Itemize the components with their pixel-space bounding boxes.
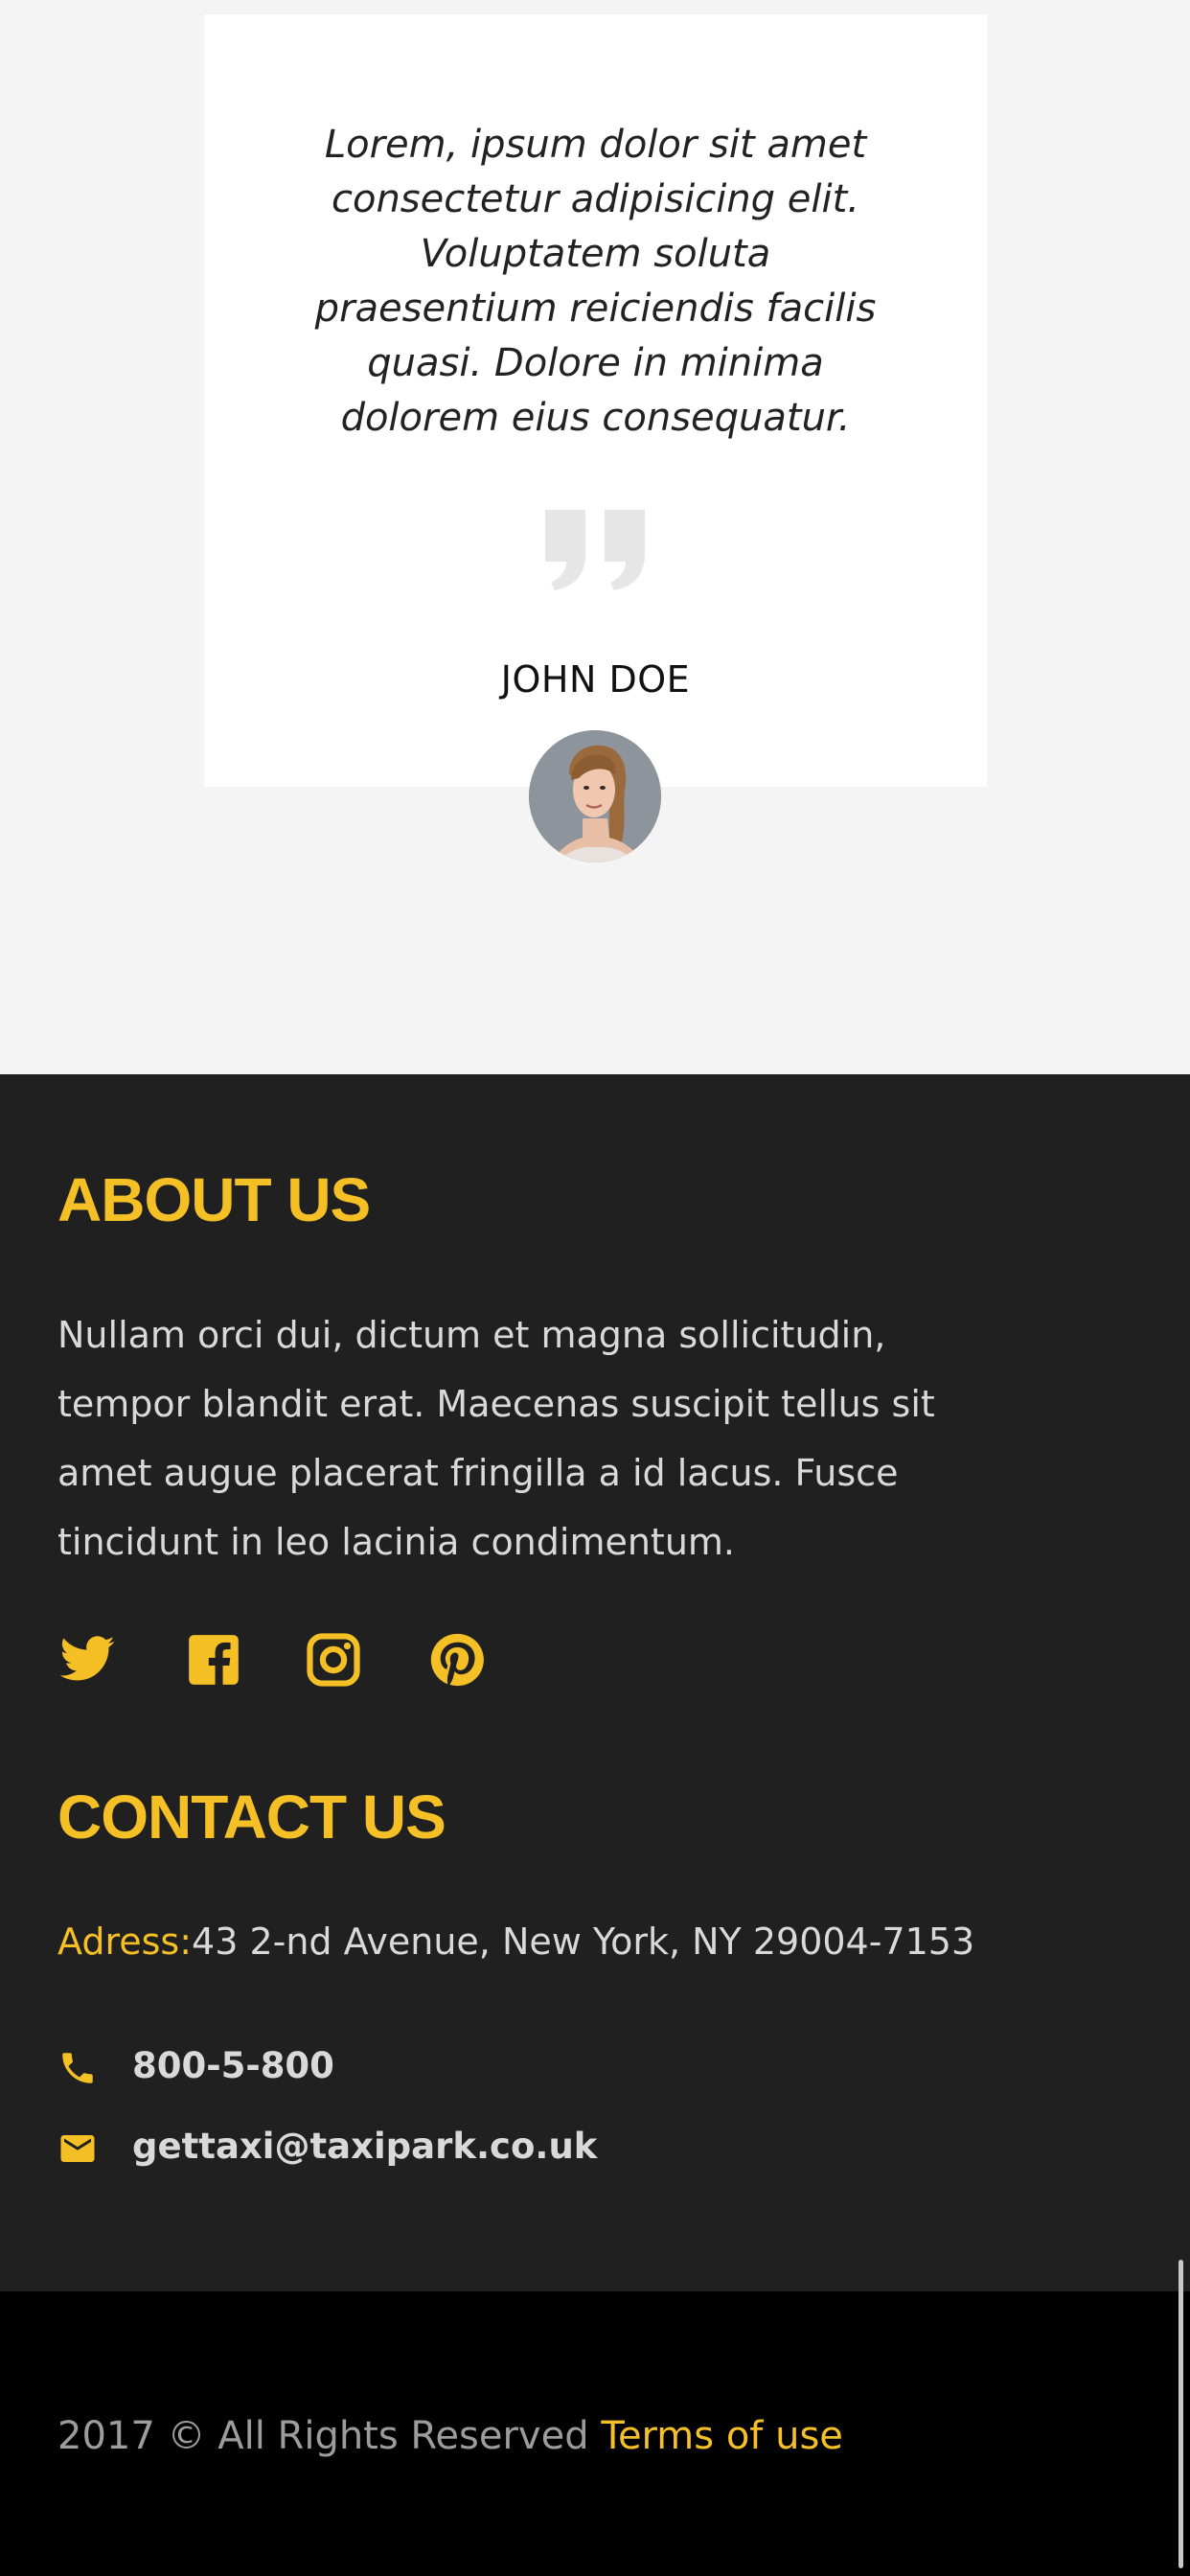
scrollbar[interactable] [1179, 2260, 1183, 2568]
about-text: Nullam orci dui, dictum et magna sollici… [57, 1314, 935, 1563]
phone-number: 800-5-800 [132, 2045, 334, 2086]
address-label: Adress: [57, 1920, 193, 1963]
twitter-icon-glyph [59, 1636, 115, 1681]
address-value: 43 2-nd Avenue, New York, NY 29004-7153 [192, 1920, 975, 1963]
testimonial-author: JOHN DOE [500, 658, 691, 701]
about-heading: ABOUT US [57, 1165, 371, 1234]
testimonial-section: Lorem, ipsum dolor sit amet consectetur … [0, 0, 1190, 1074]
footer: ABOUT US Nullam orci dui, dictum et magn… [0, 1074, 1190, 2291]
twitter-icon[interactable] [57, 1630, 117, 1690]
contact-heading: CONTACT US [57, 1782, 446, 1852]
avatar-image [529, 730, 661, 862]
testimonial-card: Lorem, ipsum dolor sit amet consectetur … [204, 14, 987, 787]
terms-of-use-link[interactable]: Terms of use [601, 2414, 843, 2458]
bottom-bar: 2017 © All Rights Reserved Terms of use [0, 2291, 1190, 2576]
facebook-icon[interactable] [184, 1630, 243, 1690]
testimonial-quote: Lorem, ipsum dolor sit amet consectetur … [314, 123, 877, 440]
pinterest-icon[interactable] [427, 1630, 487, 1690]
pinterest-icon-glyph [430, 1633, 484, 1687]
email-address: gettaxi@taxipark.co.uk [132, 2126, 598, 2167]
mail-icon [60, 2135, 95, 2162]
facebook-icon-glyph [189, 1635, 239, 1685]
avatar [529, 730, 661, 862]
copyright-text: 2017 © All Rights Reserved [57, 2414, 589, 2458]
address: Adress:43 2-nd Avenue, New York, NY 2900… [57, 1918, 974, 1966]
phone-icon [62, 2053, 93, 2083]
instagram-icon[interactable] [304, 1630, 363, 1690]
instagram-icon-glyph [307, 1633, 360, 1687]
quote-mark-icon [545, 510, 645, 590]
copyright: 2017 © All Rights Reserved Terms of use [57, 2410, 843, 2462]
